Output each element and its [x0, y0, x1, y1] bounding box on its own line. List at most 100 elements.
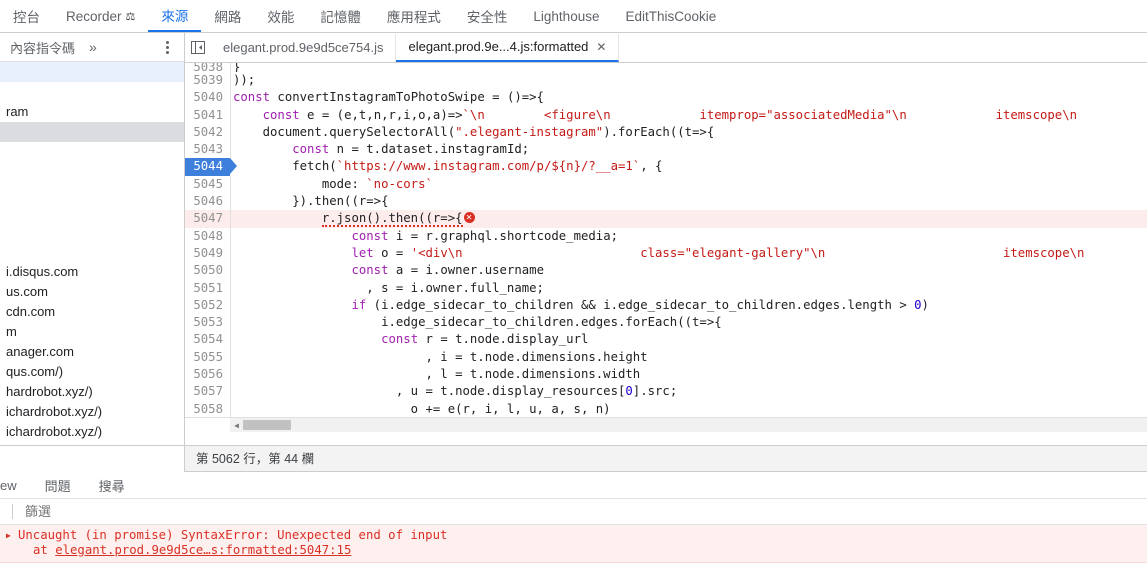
navigator-tree-item[interactable] — [0, 142, 184, 162]
drawer-tab-overview[interactable]: ew — [0, 473, 31, 498]
gutter-divider — [230, 400, 231, 418]
code-line[interactable]: 5056 , l = t.node.dimensions.width — [185, 366, 1147, 384]
code-line[interactable]: 5046 }).then((r=>{ — [185, 193, 1147, 211]
drawer-tab-search[interactable]: 搜尋 — [85, 473, 139, 498]
navigator-tree-item[interactable]: hardrobot.xyz/) — [0, 382, 184, 402]
source-tab-label: elegant.prod.9e9d5ce754.js — [223, 40, 384, 55]
line-number: 5045 — [193, 176, 223, 191]
devtools-tab-security[interactable]: 安全性 — [454, 0, 521, 32]
code-line[interactable]: 5058 o += e(r, i, l, u, a, s, n) — [185, 400, 1147, 418]
navigator-tree-item[interactable] — [0, 162, 184, 182]
drawer-tab-label: 問題 — [44, 478, 71, 494]
kebab-dot — [165, 40, 169, 44]
navigator-more-tabs-button[interactable]: » — [85, 39, 101, 55]
gutter-divider — [230, 106, 231, 124]
navigator-more-options-icon[interactable] — [160, 40, 174, 54]
code-line-execution-pointer[interactable]: 5044 fetch(`https://www.instagram.com/p/… — [185, 158, 1147, 176]
gutter-divider — [230, 89, 231, 107]
code-text: , l = t.node.dimensions.width — [233, 367, 641, 382]
line-number: 5040 — [193, 90, 223, 105]
gutter-divider — [230, 279, 231, 297]
gutter-divider — [230, 193, 231, 211]
code-line[interactable]: 5053 i.edge_sidecar_to_children.edges.fo… — [185, 314, 1147, 332]
code-line[interactable]: 5038 } — [185, 63, 1147, 72]
navigator-tree-item[interactable]: ram — [0, 102, 184, 122]
devtools-tab-recorder[interactable]: Recorder ⚖ — [53, 0, 148, 32]
code-text: i.edge_sidecar_to_children.edges.forEach… — [233, 315, 722, 330]
code-viewport[interactable]: 5038 } 5039 )); 5040 const convertInstag… — [185, 63, 1147, 432]
navigator-tree-item[interactable] — [0, 202, 184, 222]
gutter-divider — [230, 348, 231, 367]
code-line[interactable]: 5051 , s = i.owner.full_name; — [185, 279, 1147, 297]
navigator-tree-item[interactable]: cdn.com — [0, 302, 184, 322]
code-line[interactable]: 5042 document.querySelectorAll(".elegant… — [185, 123, 1147, 142]
code-text: const i = r.graphql.shortcode_media; — [351, 228, 619, 243]
devtools-tab-console[interactable]: 控台 — [0, 0, 53, 32]
line-number: 5057 — [193, 384, 223, 399]
navigator-tree-item[interactable] — [0, 82, 184, 102]
code-line[interactable]: 5049 let o = '<div\n class="elegant-gall… — [185, 244, 1147, 263]
scrollbar-thumb[interactable] — [243, 420, 291, 430]
navigator-tree-item[interactable]: ichardrobot.xyz/) — [0, 422, 184, 442]
devtools-tab-label: 控台 — [13, 10, 40, 25]
console-error-message[interactable]: ▶ Uncaught (in promise) SyntaxError: Une… — [0, 525, 1147, 563]
line-number: 5051 — [193, 280, 223, 295]
source-tab-elegant-prod[interactable]: elegant.prod.9e9d5ce754.js — [211, 33, 397, 62]
code-line-error[interactable]: 5047 r.json().then((r=>{✕ — [185, 210, 1147, 228]
code-line[interactable]: 5055 , i = t.node.dimensions.height — [185, 348, 1147, 367]
devtools-tab-memory[interactable]: 記憶體 — [307, 0, 374, 32]
code-line[interactable]: 5057 , u = t.node.display_resources[0].s… — [185, 383, 1147, 401]
code-line[interactable]: 5052 if (i.edge_sidecar_to_children && i… — [185, 296, 1147, 315]
code-line[interactable]: 5054 const r = t.node.display_url — [185, 331, 1147, 349]
code-line[interactable]: 5040 const convertInstagramToPhotoSwipe … — [185, 89, 1147, 107]
gutter-divider — [230, 262, 231, 280]
source-tabstrip: elegant.prod.9e9d5ce754.js elegant.prod.… — [185, 33, 1147, 63]
console-filter-bar — [0, 499, 1147, 525]
navigator-tree-item[interactable] — [0, 182, 184, 202]
error-marker-icon[interactable]: ✕ — [463, 212, 475, 224]
code-text: const convertInstagramToPhotoSwipe = ()=… — [233, 90, 544, 105]
source-tab-label: elegant.prod.9e...4.js:formatted — [408, 39, 589, 54]
source-location-link[interactable]: elegant.prod.9e9d5ce…s:formatted:5047:15 — [55, 543, 351, 557]
navigator-tree-item[interactable] — [0, 62, 184, 82]
navigator-tab-content-scripts[interactable]: 內容指令碼 — [0, 34, 85, 61]
devtools-tab-performance[interactable]: 效能 — [254, 0, 307, 32]
line-number: 5052 — [193, 297, 223, 312]
status-bar-left-spacer — [0, 446, 185, 472]
navigator-tree-item[interactable] — [0, 122, 184, 142]
close-icon[interactable]: ✕ — [596, 41, 606, 53]
devtools-tab-label: Lighthouse — [533, 8, 600, 24]
source-tab-elegant-prod-formatted[interactable]: elegant.prod.9e...4.js:formatted ✕ — [396, 33, 620, 62]
devtools-tab-editthiscookie[interactable]: EditThisCookie — [612, 0, 729, 32]
code-line[interactable]: 5043 const n = t.dataset.instagramId; — [185, 141, 1147, 159]
navigator-tree-item[interactable]: us.com — [0, 282, 184, 302]
code-text: }).then((r=>{ — [233, 194, 389, 209]
code-line[interactable]: 5048 const i = r.graphql.shortcode_media… — [185, 227, 1147, 245]
line-number: 5039 — [193, 73, 223, 87]
navigator-tree-item[interactable]: qus.com/) — [0, 362, 184, 382]
scroll-left-icon[interactable]: ◀ — [230, 418, 243, 433]
devtools-tab-lighthouse[interactable]: Lighthouse — [520, 0, 612, 32]
navigator-tree-item[interactable]: anager.com — [0, 342, 184, 362]
navigator-tree-item[interactable]: ichardrobot.xyz/) — [0, 402, 184, 422]
line-number: 5043 — [193, 142, 223, 157]
devtools-tab-application[interactable]: 應用程式 — [374, 0, 454, 32]
editor-horizontal-scrollbar[interactable]: ◀ — [185, 417, 1147, 432]
drawer-tab-issues[interactable]: 問題 — [31, 473, 85, 498]
navigator-pane: 內容指令碼 » ram i.disqus.com us.com cdn.com … — [0, 33, 185, 445]
devtools-tab-network[interactable]: 網路 — [201, 0, 254, 32]
line-number: 5048 — [193, 228, 223, 243]
devtools-tab-label: 記憶體 — [320, 10, 361, 25]
show-navigator-panel-icon[interactable] — [185, 33, 211, 62]
navigator-tree-item[interactable]: m — [0, 322, 184, 342]
console-filter-input[interactable] — [23, 503, 427, 520]
line-number: 5038 — [193, 63, 223, 72]
code-line[interactable]: 5045 mode: `no-cors` — [185, 175, 1147, 194]
expand-triangle-icon[interactable]: ▶ — [6, 528, 15, 543]
code-line[interactable]: 5050 const a = i.owner.username — [185, 262, 1147, 280]
gutter-divider — [230, 210, 231, 228]
devtools-tab-sources[interactable]: 來源 — [148, 0, 202, 32]
code-line[interactable]: 5039 )); — [185, 72, 1147, 90]
code-line[interactable]: 5041 const e = (e,t,n,r,i,o,a)=>`\n <fig… — [185, 106, 1147, 124]
navigator-tree-item[interactable]: i.disqus.com — [0, 262, 184, 282]
